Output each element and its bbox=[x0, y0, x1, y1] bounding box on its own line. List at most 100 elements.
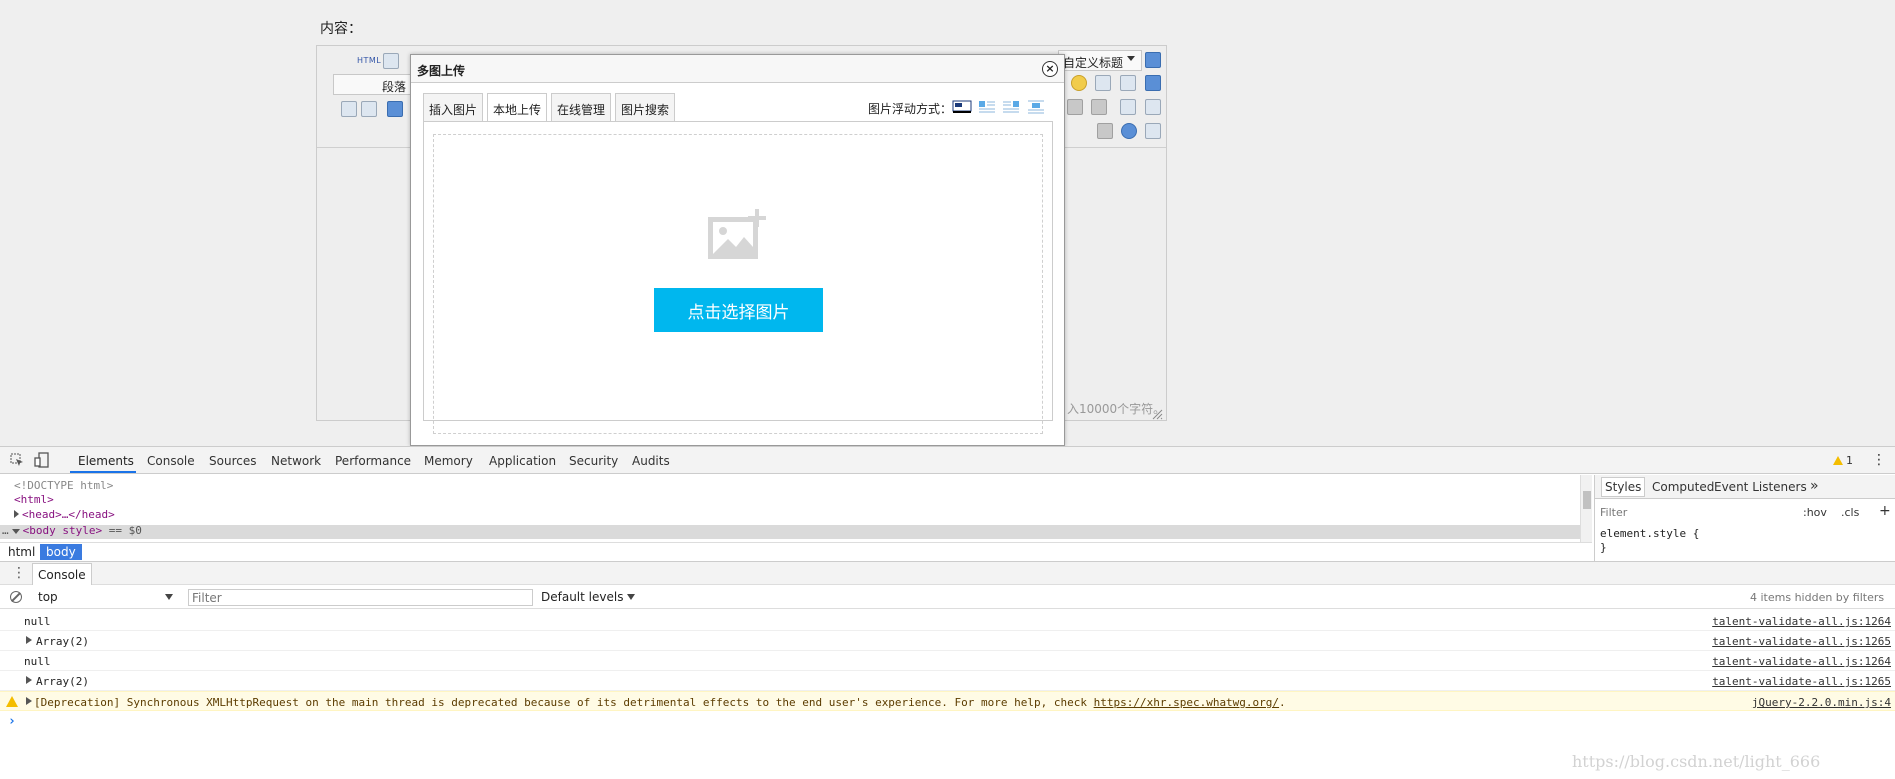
clear-console-icon[interactable] bbox=[10, 591, 22, 603]
template-icon[interactable] bbox=[1067, 99, 1083, 115]
inspect-element-icon[interactable] bbox=[10, 453, 24, 467]
collapse-triangle-icon[interactable] bbox=[11, 529, 20, 534]
preview-icon[interactable] bbox=[1145, 52, 1161, 68]
tab-image-search[interactable]: 图片搜索 bbox=[615, 93, 676, 121]
console-prompt[interactable]: › bbox=[8, 714, 16, 729]
breadcrumb-body[interactable]: body bbox=[40, 544, 82, 560]
paragraph-select[interactable]: 段落 bbox=[333, 74, 415, 95]
drawer-tab-console[interactable]: Console bbox=[32, 563, 92, 585]
tab-console[interactable]: Console bbox=[147, 454, 195, 468]
styles-tabs: Styles Computed Event Listeners » bbox=[1595, 475, 1895, 499]
select-images-button[interactable]: 点击选择图片 bbox=[654, 288, 823, 332]
message-text: null bbox=[24, 655, 51, 668]
tab-online-manage[interactable]: 在线管理 bbox=[551, 93, 612, 121]
class-toggle[interactable]: .cls bbox=[1841, 506, 1859, 519]
console-toolbar: top Default levels 4 items hidden by fil… bbox=[0, 585, 1895, 609]
doctype-node[interactable]: <!DOCTYPE html> bbox=[14, 479, 113, 492]
hover-state-toggle[interactable]: :hov bbox=[1803, 506, 1827, 519]
table-icon[interactable] bbox=[361, 101, 377, 117]
console-message[interactable]: Array(2) talent-validate-all.js:1265 bbox=[0, 631, 1895, 651]
float-left-icon[interactable] bbox=[977, 98, 997, 114]
drop-zone[interactable] bbox=[433, 134, 1043, 434]
tab-insert-image[interactable]: 插入图片 bbox=[423, 93, 484, 121]
video-icon[interactable] bbox=[1120, 75, 1136, 91]
page-area: 内容： HTML 段落 自定义标题 入10000个字符。 多图上传 × 插入图片… bbox=[0, 0, 1895, 446]
expand-triangle-icon[interactable] bbox=[26, 676, 32, 684]
emoji-icon[interactable] bbox=[1071, 75, 1087, 91]
breadcrumb-html[interactable]: html bbox=[2, 544, 41, 560]
tab-performance[interactable]: Performance bbox=[335, 454, 411, 468]
elements-scrollbar[interactable] bbox=[1580, 475, 1592, 542]
console-filter-input[interactable] bbox=[188, 589, 533, 606]
device-toolbar-icon[interactable] bbox=[34, 452, 50, 468]
draft-icon[interactable] bbox=[1145, 123, 1161, 139]
new-rule-icon[interactable]: + bbox=[1879, 503, 1891, 519]
tab-sources[interactable]: Sources bbox=[209, 454, 256, 468]
message-source-link[interactable]: jQuery-2.2.0.min.js:4 bbox=[1752, 696, 1891, 709]
background-icon[interactable] bbox=[1091, 99, 1107, 115]
dialog-titlebar[interactable]: 多图上传 × bbox=[411, 55, 1064, 83]
message-source-link[interactable]: talent-validate-all.js:1264 bbox=[1712, 615, 1891, 628]
music-icon[interactable] bbox=[1145, 75, 1161, 91]
console-message[interactable]: Array(2) talent-validate-all.js:1265 bbox=[0, 671, 1895, 691]
expand-triangle-icon[interactable] bbox=[26, 636, 32, 644]
message-source-link[interactable]: talent-validate-all.js:1264 bbox=[1712, 655, 1891, 668]
expand-triangle-icon[interactable] bbox=[14, 510, 19, 518]
close-button[interactable]: × bbox=[1042, 61, 1058, 77]
float-center-icon[interactable] bbox=[1026, 98, 1046, 114]
html-source-button[interactable]: HTML bbox=[357, 56, 381, 65]
warning-counter[interactable]: 1 bbox=[1833, 454, 1853, 467]
attachment-icon[interactable] bbox=[341, 101, 357, 117]
tab-event-listeners[interactable]: Event Listeners bbox=[1714, 480, 1807, 494]
devtools-panel: Elements Console Sources Network Perform… bbox=[0, 446, 1895, 779]
image-icon[interactable] bbox=[387, 101, 403, 117]
xhr-spec-link[interactable]: https://xhr.spec.whatwg.org/ bbox=[1094, 696, 1279, 709]
log-levels-select[interactable]: Default levels bbox=[541, 590, 636, 604]
html-node[interactable]: <html> bbox=[14, 493, 54, 506]
drawer-menu-icon[interactable]: ⋮ bbox=[12, 565, 26, 581]
tab-application[interactable]: Application bbox=[489, 454, 556, 468]
devtools-toolbar: Elements Console Sources Network Perform… bbox=[0, 447, 1895, 474]
element-style-rule[interactable]: element.style { bbox=[1600, 527, 1699, 540]
resize-handle-icon[interactable] bbox=[1151, 408, 1163, 420]
tab-security[interactable]: Security bbox=[569, 454, 618, 468]
styles-filter-input[interactable]: Filter bbox=[1600, 506, 1627, 519]
zoom-icon[interactable] bbox=[1145, 99, 1161, 115]
elements-dom-tree: <!DOCTYPE html> <html> <head>…</head> … <… bbox=[0, 475, 1592, 542]
message-text: null bbox=[24, 615, 51, 628]
tab-audits[interactable]: Audits bbox=[632, 454, 670, 468]
warning-text: [Deprecation] Synchronous XMLHttpRequest… bbox=[34, 696, 1286, 709]
dialog-body: 插入图片 本地上传 在线管理 图片搜索 图片浮动方式： 点击选择图片 bbox=[411, 84, 1064, 445]
tab-elements[interactable]: Elements bbox=[78, 454, 134, 468]
tab-styles[interactable]: Styles bbox=[1601, 477, 1646, 497]
context-select[interactable]: top bbox=[38, 588, 176, 606]
message-text: Array(2) bbox=[36, 635, 89, 648]
warning-icon bbox=[6, 696, 18, 707]
more-tabs-icon[interactable]: » bbox=[1810, 478, 1819, 494]
expand-triangle-icon[interactable] bbox=[26, 697, 32, 705]
scrollbar-thumb[interactable] bbox=[1583, 491, 1591, 509]
message-source-link[interactable]: talent-validate-all.js:1265 bbox=[1712, 635, 1891, 648]
map-icon[interactable] bbox=[1095, 75, 1111, 91]
chevron-down-icon[interactable] bbox=[1127, 56, 1135, 61]
float-right-icon[interactable] bbox=[1001, 98, 1021, 114]
chevron-down-icon[interactable] bbox=[165, 594, 173, 600]
search-replace-icon[interactable] bbox=[1097, 123, 1113, 139]
tab-memory[interactable]: Memory bbox=[424, 454, 473, 468]
console-warning[interactable]: [Deprecation] Synchronous XMLHttpRequest… bbox=[0, 691, 1895, 711]
tab-computed[interactable]: Computed bbox=[1652, 480, 1714, 494]
selected-node-highlight bbox=[0, 525, 1580, 539]
more-options-icon[interactable]: ⋮ bbox=[1872, 452, 1886, 468]
active-tab-indicator bbox=[70, 471, 136, 473]
help-icon[interactable] bbox=[1121, 123, 1137, 139]
float-none-icon[interactable] bbox=[952, 98, 972, 114]
tab-network[interactable]: Network bbox=[271, 454, 321, 468]
head-node[interactable]: <head>…</head> bbox=[14, 508, 115, 521]
message-text: Array(2) bbox=[36, 675, 89, 688]
message-source-link[interactable]: talent-validate-all.js:1265 bbox=[1712, 675, 1891, 688]
undo-icon[interactable] bbox=[383, 53, 399, 69]
tab-local-upload[interactable]: 本地上传 bbox=[487, 93, 548, 122]
body-node[interactable]: … <body style> == $0 bbox=[2, 524, 142, 537]
styles-pane: Styles Computed Event Listeners » Filter… bbox=[1594, 475, 1895, 561]
print-icon[interactable] bbox=[1120, 99, 1136, 115]
